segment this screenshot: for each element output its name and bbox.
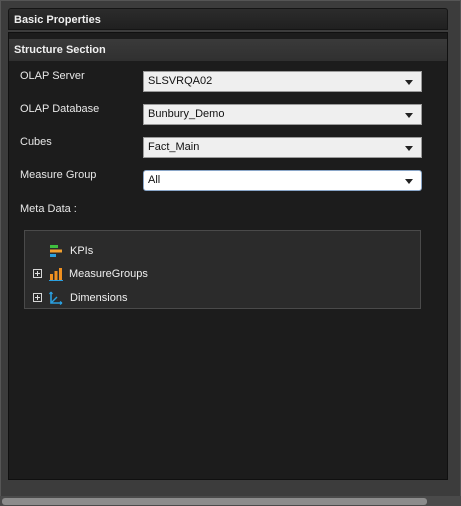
olap-server-select[interactable]: SLSVRQA02 [143, 71, 422, 92]
expand-icon[interactable] [33, 293, 42, 302]
tree-item-measuregroups[interactable]: MeasureGroups [25, 265, 420, 283]
chevron-down-icon [405, 146, 413, 151]
cubes-value: Fact_Main [148, 141, 200, 153]
basic-properties-header[interactable]: Basic Properties [8, 8, 448, 30]
measure-group-select[interactable]: All [143, 170, 422, 191]
measure-group-value: All [148, 174, 161, 186]
cubes-label: Cubes [20, 136, 52, 148]
scrollbar-thumb[interactable] [2, 498, 427, 505]
measure-group-label: Measure Group [20, 169, 97, 181]
chevron-down-icon [405, 113, 413, 118]
chevron-down-icon [405, 80, 413, 85]
tree-item-label: Dimensions [70, 292, 128, 304]
properties-window: Basic Properties Structure Section OLAP … [0, 0, 461, 506]
olap-database-select[interactable]: Bunbury_Demo [143, 104, 422, 125]
tree-item-label: KPIs [70, 245, 94, 257]
cubes-select[interactable]: Fact_Main [143, 137, 422, 158]
olap-database-value: Bunbury_Demo [148, 108, 225, 120]
structure-section-header[interactable]: Structure Section [9, 39, 447, 61]
basic-properties-panel: Structure Section OLAP Server SLSVRQA02 … [8, 32, 448, 480]
meta-data-label: Meta Data : [20, 203, 77, 215]
tree-item-dimensions[interactable]: Dimensions [25, 289, 420, 307]
olap-server-label: OLAP Server [20, 70, 85, 82]
olap-database-label: OLAP Database [20, 103, 100, 115]
expand-icon[interactable] [33, 269, 42, 278]
olap-server-value: SLSVRQA02 [148, 75, 213, 87]
bar-chart-icon [49, 268, 63, 281]
meta-data-tree: KPIs MeasureGroups Dimensions [24, 230, 421, 309]
axes-icon [49, 291, 63, 305]
chevron-down-icon [405, 179, 413, 184]
tree-item-kpis[interactable]: KPIs [25, 242, 420, 260]
tree-item-label: MeasureGroups [69, 268, 148, 280]
kpi-icon [50, 245, 62, 257]
